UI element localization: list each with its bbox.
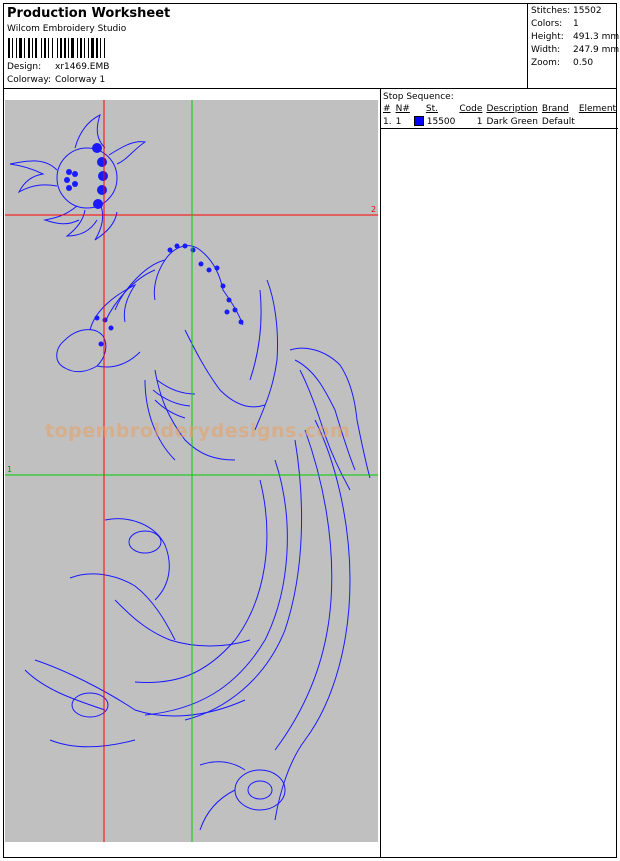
barcode-bar — [60, 38, 62, 58]
stop-sequence-title: Stop Sequence: — [383, 92, 454, 102]
color-swatch — [413, 116, 424, 126]
stop-sequence-panel: Stop Sequence: # N# St. Code Description… — [381, 89, 619, 858]
table-row[interactable]: 1. 1 15500 1 Dark Green Default — [381, 115, 619, 129]
tail-eye-lower — [234, 769, 286, 811]
row-code: 1 — [476, 116, 483, 127]
col-n: N# — [395, 104, 410, 114]
phoenix-head — [56, 329, 107, 373]
stop-sequence-table: # N# St. Code Description Brand Element … — [381, 103, 619, 129]
sequin-dots — [64, 143, 244, 347]
barcode-bar — [16, 38, 17, 58]
barcode-bar — [28, 38, 30, 58]
barcode-bar — [57, 38, 58, 58]
fireball-flame-left — [9, 160, 58, 194]
barcode-bar — [44, 38, 46, 58]
stitches-label: Stitches: — [531, 6, 571, 16]
phoenix-wing-upper — [254, 279, 278, 431]
barcode — [8, 38, 105, 58]
row-st: 15500 — [412, 115, 458, 129]
width-value: 247.9 mm — [573, 45, 620, 55]
barcode-bar — [64, 38, 66, 58]
row-description: Dark Green — [486, 116, 538, 127]
barcode-bar — [96, 38, 98, 58]
zoom-stat: Zoom: 0.50 — [531, 58, 593, 68]
barcode-bar — [19, 38, 22, 58]
colorway-value: Colorway 1 — [55, 75, 106, 85]
embroidery-outlines — [9, 114, 371, 831]
row-brand: Default — [541, 116, 575, 127]
design-preview: 2 1 topembroiderydesigns.com — [5, 100, 378, 842]
barcode-bar — [32, 38, 33, 58]
barcode-bar — [88, 38, 89, 58]
barcode-bar — [48, 38, 49, 58]
colors-value: 1 — [573, 19, 579, 29]
watermark: topembroiderydesigns.com — [45, 420, 351, 442]
barcode-bar — [91, 38, 94, 58]
col-st: St. — [425, 104, 438, 114]
zoom-label: Zoom: — [531, 58, 560, 68]
col-brand: Brand — [541, 104, 569, 114]
col-description: Description — [486, 104, 538, 114]
guide-label-green: 1 — [7, 465, 13, 474]
barcode-bar — [41, 38, 42, 58]
barcode-bar — [71, 38, 74, 58]
row-st-value: 15500 — [426, 117, 456, 127]
barcode-bar — [100, 38, 101, 58]
guide-label-red: 2 — [371, 205, 377, 214]
design-row: Design: xr1469.EMB — [7, 62, 109, 72]
table-header-row: # N# St. Code Description Brand Element — [381, 103, 618, 115]
barcode-bar — [8, 38, 10, 58]
barcode-bar — [80, 38, 82, 58]
page-title: Production Worksheet — [7, 6, 171, 21]
width-label: Width: — [531, 45, 561, 55]
left-plume — [34, 659, 246, 717]
row-num: 1. — [383, 116, 392, 127]
barcode-bar — [77, 38, 78, 58]
worksheet-page: Production Worksheet Wilcom Embroidery S… — [3, 3, 619, 858]
stitches-stat: Stitches: 15502 — [531, 6, 602, 16]
phoenix-neck — [154, 369, 236, 461]
col-element: Element — [578, 104, 617, 114]
height-stat: Height: 491.3 mm — [531, 32, 619, 42]
tail-feather-2 — [274, 429, 333, 751]
colorway-row: Colorway: Colorway 1 — [7, 75, 105, 85]
barcode-bar — [68, 38, 69, 58]
phoenix-design — [5, 100, 378, 842]
colors-label: Colors: — [531, 19, 563, 29]
row-n: 1 — [395, 116, 402, 127]
stitches-value: 15502 — [573, 6, 602, 16]
zoom-value: 0.50 — [573, 58, 594, 68]
design-label: Design: — [7, 62, 42, 72]
barcode-bar — [12, 38, 13, 58]
barcode-bar — [84, 38, 85, 58]
col-num: # — [383, 104, 391, 114]
phoenix-wing-feathers — [289, 347, 371, 479]
barcode-bar — [24, 38, 25, 58]
col-code: Code — [459, 104, 483, 114]
design-stats: Stitches: 15502 Colors: 1 Height: 491.3 mm … — [527, 4, 619, 88]
barcode-bar — [104, 38, 105, 58]
height-label: Height: — [531, 32, 564, 42]
row-element — [577, 115, 618, 129]
colors-stat: Colors: 1 — [531, 19, 579, 29]
worksheet-header: Production Worksheet Wilcom Embroidery S… — [4, 4, 619, 89]
barcode-bar — [35, 38, 37, 58]
software-name: Wilcom Embroidery Studio — [7, 24, 127, 34]
barcode-bar — [52, 38, 53, 58]
height-value: 491.3 mm — [573, 32, 620, 42]
tail-feather-1 — [274, 419, 351, 821]
phoenix-crest — [164, 245, 244, 326]
colorway-label: Colorway: — [7, 75, 52, 85]
width-stat: Width: 247.9 mm — [531, 45, 619, 55]
design-value: xr1469.EMB — [55, 62, 110, 72]
